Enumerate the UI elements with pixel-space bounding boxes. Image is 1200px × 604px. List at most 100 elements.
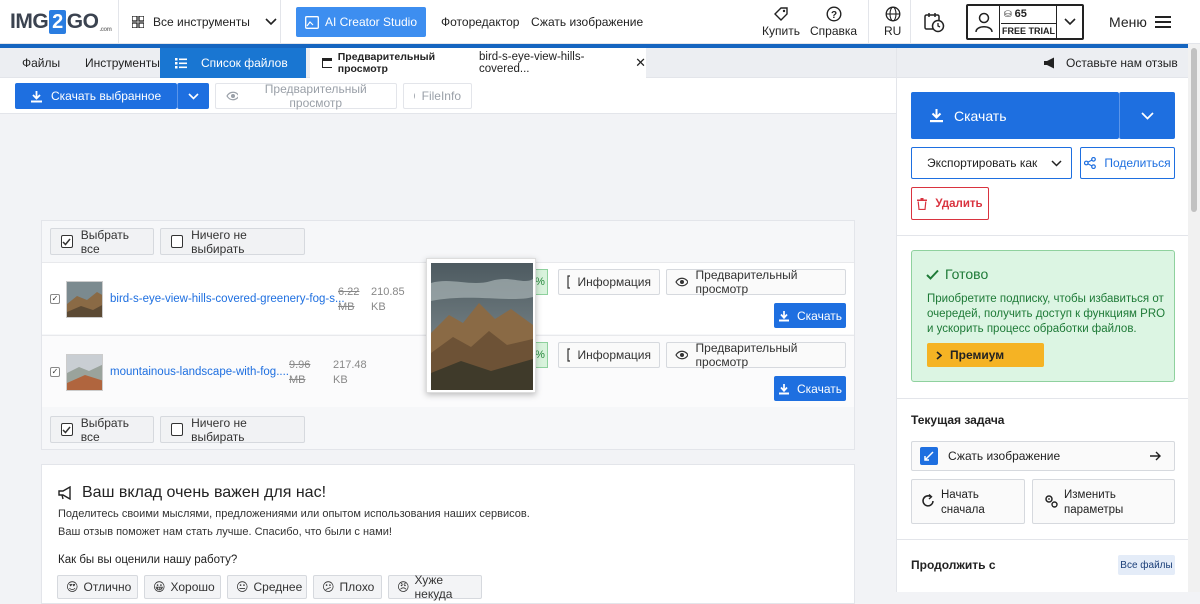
row-preview-label: Предварительный просмотр (695, 268, 798, 296)
tag-icon (773, 7, 788, 21)
chevron-down-icon (1063, 18, 1076, 26)
download-options-dropdown[interactable] (177, 83, 209, 109)
scrollbar-thumb[interactable] (1191, 48, 1197, 212)
file-thumbnail[interactable] (66, 354, 103, 391)
file-thumbnail[interactable] (66, 281, 103, 318)
row-download-label: Скачать (797, 381, 842, 396)
premium-button[interactable]: Премиум (927, 343, 1044, 367)
select-none-button[interactable]: Ничего не выбирать (160, 416, 305, 444)
download-selected-button[interactable]: Скачать выбранное (15, 83, 177, 109)
user-icon (974, 12, 993, 33)
original-size-value: 9.96 (289, 359, 311, 371)
free-trial-label: FREE TRIAL (1001, 23, 1056, 38)
megaphone-icon (1044, 57, 1054, 69)
mountain-preview (431, 263, 533, 390)
help-link[interactable]: ? Справка (810, 6, 857, 38)
export-as-label: Экспортировать как (927, 156, 1038, 170)
rating-average-button[interactable]: 😐 Среднее (227, 575, 307, 599)
tab-file-list[interactable]: Список файлов (160, 48, 306, 78)
original-size-value: 6.22 (338, 286, 360, 298)
share-button[interactable]: Поделиться (1080, 147, 1175, 179)
logo[interactable]: IMG 2 GO .com (10, 9, 112, 35)
leave-feedback-link[interactable]: Оставьте нам отзыв (1043, 48, 1178, 78)
row-checkbox[interactable]: ✓ (50, 367, 60, 377)
download-icon (779, 310, 789, 321)
trash-icon (917, 197, 928, 210)
tab-files[interactable]: Файлы (22, 48, 60, 78)
all-tools-dropdown[interactable]: Все инструменты (132, 0, 277, 44)
select-all-button[interactable]: Выбрать все (50, 228, 154, 256)
delete-label: Удалить (935, 197, 983, 210)
tab-preview-label: Предварительный просмотр (337, 51, 436, 75)
menu-button[interactable]: Меню (1109, 0, 1171, 44)
select-all-label: Выбрать все (80, 415, 130, 444)
export-as-dropdown[interactable]: Экспортировать как (911, 147, 1072, 179)
compress-image-link[interactable]: Сжать изображение (531, 0, 643, 44)
compressed-size-unit: KB (333, 374, 348, 386)
tab-tools[interactable]: Инструменты (85, 48, 160, 78)
info-button[interactable]: Информация (558, 342, 660, 368)
rating-good-button[interactable]: 😀 Хорошо (144, 575, 221, 599)
chevron-down-icon (188, 92, 199, 100)
row-preview-button[interactable]: Предварительный просмотр (666, 268, 846, 296)
history-button[interactable] (923, 0, 945, 44)
download-selected-label: Скачать выбранное (51, 89, 162, 103)
select-none-button[interactable]: Ничего не выбирать (160, 228, 305, 256)
current-task-heading: Текущая задача (911, 413, 1005, 427)
restart-button[interactable]: Начать сначала (911, 479, 1025, 524)
info-button[interactable]: Информация (558, 269, 660, 295)
continue-with-heading: Продолжить с (911, 558, 996, 572)
change-params-label: Изменить параметры (1064, 489, 1124, 516)
download-format-dropdown[interactable] (1119, 92, 1175, 139)
rating-bad-button[interactable]: 😕 Плохо (313, 575, 382, 599)
preview-toolbar-button[interactable]: Предварительный просмотр (215, 82, 397, 110)
main-download-button[interactable]: Скачать (911, 92, 1119, 139)
tab-preview[interactable]: Предварительный просмотр bird-s-eye-view… (310, 48, 646, 78)
image-icon (322, 58, 332, 68)
download-icon (31, 90, 42, 102)
language-selector[interactable]: RU (884, 6, 901, 38)
current-task-item[interactable]: Сжать изображение (911, 441, 1175, 471)
change-params-button[interactable]: Изменить параметры (1032, 479, 1175, 524)
tab-row: Файлы Инструменты Список файлов Предвари… (0, 48, 896, 78)
check-icon (926, 269, 939, 280)
file-name-link[interactable]: mountainous-landscape-with-fog.... (110, 366, 289, 378)
checkbox-checked-icon (61, 235, 73, 248)
globe-icon (885, 6, 901, 22)
original-size: 6.22 MB (338, 285, 359, 315)
ready-status-card: Готово Приобретите подписку, чтобы избав… (911, 250, 1175, 382)
row-checkbox[interactable]: ✓ (50, 294, 60, 304)
preview-image (431, 263, 533, 390)
logo-suffix: .com (99, 27, 112, 33)
photo-editor-link[interactable]: Фоторедактор (441, 0, 519, 44)
account-trial-widget[interactable]: ⛁ 65 FREE TRIAL (966, 4, 1084, 40)
row-download-button[interactable]: Скачать (774, 376, 846, 401)
close-icon[interactable]: ✕ (635, 55, 646, 71)
checkbox-empty-icon (171, 423, 184, 436)
rating-excellent-button[interactable]: 😍 Отлично (57, 575, 138, 599)
logo-text-left: IMG (10, 10, 49, 33)
rating-worst-button[interactable]: 😠 Хуже некуда (388, 573, 482, 601)
select-all-button[interactable]: Выбрать все (50, 415, 154, 444)
all-files-badge[interactable]: Все файлы (1118, 555, 1175, 575)
share-label: Поделиться (1104, 156, 1171, 170)
rating-label: Хуже некуда (414, 573, 453, 601)
fileinfo-toolbar-button[interactable]: FileInfo (403, 83, 472, 109)
feedback-heading: Ваш вклад очень важен для нас! (58, 484, 326, 502)
compressed-size-value: 210.85 (371, 286, 405, 298)
buy-link[interactable]: Купить (762, 6, 800, 38)
row-preview-button[interactable]: Предварительный просмотр (666, 341, 846, 369)
language-label: RU (884, 24, 902, 38)
rating-question: Как бы вы оценили нашу работу? (58, 554, 238, 566)
landscape-thumbnail (67, 282, 102, 317)
compress-image-label: Сжать изображение (531, 15, 644, 29)
list-icon (175, 57, 187, 68)
delete-button[interactable]: Удалить (911, 187, 989, 220)
row-download-button[interactable]: Скачать (774, 303, 846, 328)
file-name-link[interactable]: bird-s-eye-view-hills-covered-greenery-f… (110, 293, 345, 305)
account-dropdown[interactable] (1056, 6, 1082, 38)
main-download-label: Скачать (954, 107, 1007, 124)
ai-creator-studio-button[interactable]: AI Creator Studio (296, 7, 426, 37)
feedback-text-1: Поделитесь своими мыслями, предложениями… (58, 508, 530, 520)
arrow-right-icon (1150, 451, 1161, 461)
